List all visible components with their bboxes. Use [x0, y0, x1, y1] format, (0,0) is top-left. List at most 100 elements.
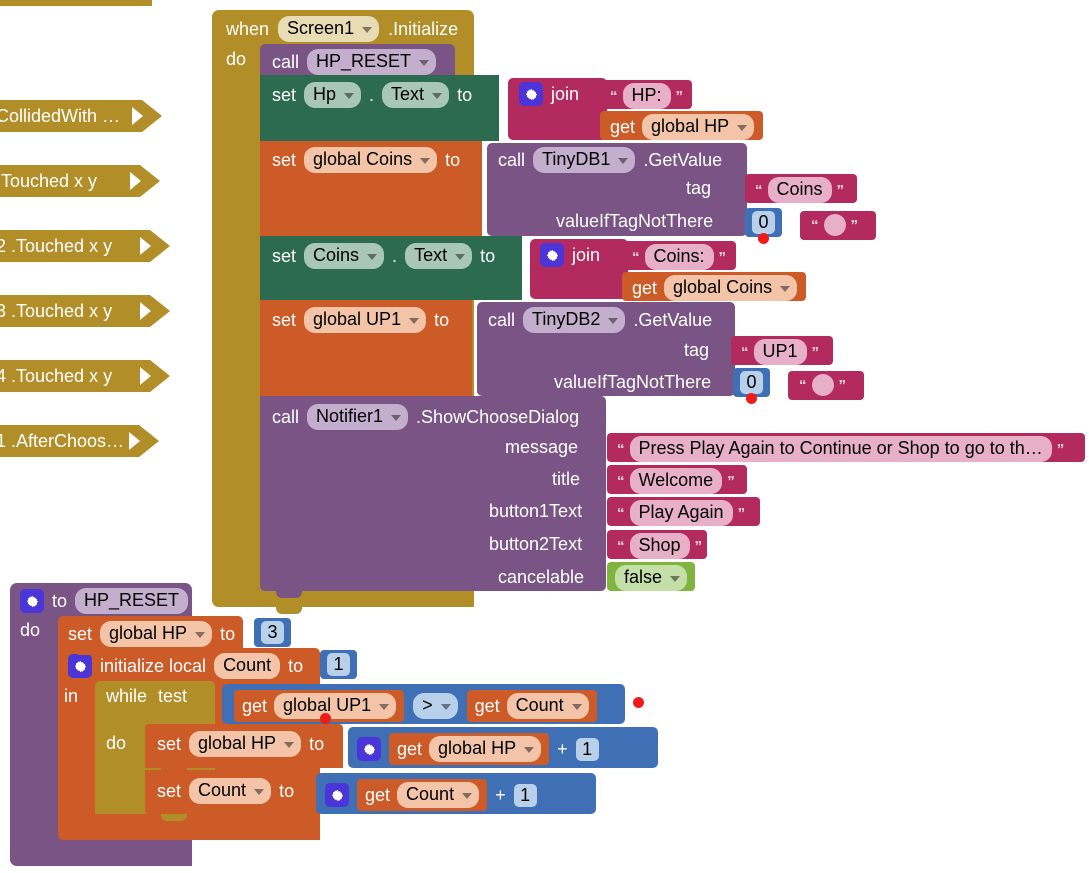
- open-quote-icon: “: [617, 504, 625, 522]
- logic-value-label: false: [624, 567, 663, 587]
- get-global-hp-block[interactable]: get global HP: [389, 733, 550, 765]
- collapsed-event-block-3[interactable]: 3 .Touched x y: [0, 295, 170, 327]
- collapsed-event-label: CollidedWith …: [0, 106, 121, 126]
- collapse-arrow-icon: [140, 165, 160, 197]
- collapsed-event-block-2[interactable]: 2 .Touched x y: [0, 230, 170, 262]
- to-label: to: [220, 624, 236, 644]
- close-quote-icon: ”: [694, 537, 703, 555]
- procedure-foot: [10, 840, 192, 866]
- number-value-hp-three[interactable]: 3: [261, 621, 284, 644]
- text-value-field[interactable]: HP:: [622, 83, 671, 109]
- text-value-field[interactable]: [811, 374, 834, 396]
- blocks-canvas[interactable]: CollidedWith … .Touched x y 2 .Touched x…: [0, 0, 1089, 873]
- chevron-down-icon: [618, 157, 629, 164]
- procedure-name-dropdown[interactable]: HP_RESET: [307, 49, 437, 75]
- text-value-field[interactable]: [823, 214, 846, 236]
- open-quote-icon: “: [632, 248, 640, 266]
- collapsed-event-block-4[interactable]: 4 .Touched x y: [0, 360, 170, 392]
- collapse-arrow-notch: [130, 172, 141, 190]
- stack-notch: [276, 300, 302, 307]
- local-variable-name-field[interactable]: Count: [214, 653, 281, 679]
- number-value-coins[interactable]: 0: [752, 211, 775, 234]
- tinydb2-component-dropdown[interactable]: TinyDB2: [523, 307, 626, 333]
- global-hp-dropdown[interactable]: global HP: [100, 621, 213, 647]
- chevron-down-icon: [391, 414, 402, 421]
- coins-property-dropdown[interactable]: Text: [405, 243, 473, 269]
- variable-dropdown[interactable]: Count: [506, 693, 589, 719]
- event-component-label: Screen1: [287, 18, 355, 38]
- stack-notch: [111, 827, 137, 834]
- open-quote-icon: “: [610, 87, 618, 105]
- notifier1-component-label: Notifier1: [316, 406, 384, 426]
- tinydb1-component-label: TinyDB1: [542, 149, 611, 169]
- text-value-field[interactable]: Play Again: [629, 500, 733, 526]
- text-value-field[interactable]: Welcome: [629, 468, 723, 494]
- event-component-dropdown[interactable]: Screen1: [278, 16, 380, 42]
- chevron-down-icon: [419, 59, 430, 66]
- collapse-arrow-notch: [129, 432, 140, 450]
- stack-notch: [161, 814, 187, 821]
- variable-dropdown[interactable]: global Coins: [664, 275, 798, 301]
- text-value-field[interactable]: Coins:: [644, 244, 714, 270]
- collapsed-block-stub[interactable]: [0, 0, 152, 6]
- text-value-field[interactable]: Shop: [629, 533, 690, 559]
- set-hp-text-row: set Hp . Text to: [272, 82, 472, 108]
- number-value-up1[interactable]: 0: [740, 371, 763, 394]
- procedure-name-field[interactable]: HP_RESET: [75, 588, 189, 614]
- plus-operator-label: +: [557, 739, 568, 759]
- do-label: do: [226, 49, 247, 69]
- test-label: test: [158, 686, 188, 706]
- notifier1-component-dropdown[interactable]: Notifier1: [307, 404, 409, 430]
- mutator-gear-icon[interactable]: [20, 589, 44, 613]
- number-value-count-one[interactable]: 1: [327, 653, 350, 676]
- call-tinydb2-header: call TinyDB2 .GetValue: [488, 307, 712, 333]
- global-coins-dropdown[interactable]: global Coins: [304, 147, 438, 173]
- collapsed-event-label: 3 .Touched x y: [0, 301, 113, 321]
- get-count-block[interactable]: get Count: [466, 690, 597, 722]
- variable-dropdown[interactable]: global UP1: [274, 693, 397, 719]
- get-count-block[interactable]: get Count: [357, 779, 488, 811]
- tinydb1-component-dropdown[interactable]: TinyDB1: [533, 147, 636, 173]
- variable-label: Count: [406, 784, 455, 804]
- set-label: set: [157, 734, 182, 754]
- text-value-field[interactable]: Coins: [767, 177, 832, 203]
- collapsed-event-block-1[interactable]: .Touched x y: [0, 165, 160, 197]
- stack-notch: [74, 840, 100, 847]
- logic-block-cancelable-row: false: [615, 565, 688, 591]
- collapsed-event-label: 2 .Touched x y: [0, 236, 113, 256]
- chevron-down-icon: [670, 575, 681, 582]
- global-up1-dropdown[interactable]: global UP1: [304, 307, 427, 333]
- logic-value-dropdown[interactable]: false: [615, 565, 688, 591]
- global-hp-dropdown[interactable]: global HP: [189, 731, 302, 757]
- text-value-field[interactable]: Press Play Again to Continue or Shop to …: [629, 436, 1052, 462]
- count-dropdown[interactable]: Count: [189, 778, 272, 804]
- variable-label: Count: [515, 695, 564, 715]
- number-value-one[interactable]: 1: [513, 783, 537, 807]
- set-label: set: [272, 246, 297, 266]
- text-block-title-row: “ Welcome ”: [615, 468, 737, 494]
- to-label: to: [288, 656, 304, 676]
- hp-component-dropdown[interactable]: Hp: [304, 82, 362, 108]
- variable-dropdown[interactable]: global HP: [429, 736, 542, 762]
- mutator-gear-icon[interactable]: [540, 243, 564, 267]
- call-label: call: [272, 407, 300, 427]
- global-hp-label: global HP: [198, 733, 277, 753]
- open-quote-icon: “: [617, 472, 625, 490]
- mutator-gear-icon[interactable]: [68, 654, 92, 678]
- coins-component-dropdown[interactable]: Coins: [304, 243, 385, 269]
- mutator-gear-icon[interactable]: [325, 783, 349, 807]
- variable-dropdown[interactable]: Count: [397, 782, 480, 808]
- comparison-operator-dropdown[interactable]: >: [413, 693, 458, 719]
- mutator-gear-icon[interactable]: [357, 737, 381, 761]
- collapsed-event-label: 4 .Touched x y: [0, 366, 113, 386]
- mutator-gear-icon[interactable]: [519, 82, 543, 106]
- method-label: .GetValue: [643, 150, 723, 170]
- collapsed-event-block-5[interactable]: 1 .AfterChoos…: [0, 425, 159, 457]
- number-value-one[interactable]: 1: [575, 737, 599, 761]
- hp-property-dropdown[interactable]: Text: [382, 82, 450, 108]
- text-value-field[interactable]: UP1: [753, 339, 807, 365]
- detached-empty-text-row: “ ”: [809, 214, 860, 236]
- call-notifier1-header: call Notifier1 .ShowChooseDialog: [272, 404, 579, 430]
- variable-dropdown[interactable]: global HP: [642, 114, 755, 140]
- collapsed-event-block-0[interactable]: CollidedWith …: [0, 100, 162, 132]
